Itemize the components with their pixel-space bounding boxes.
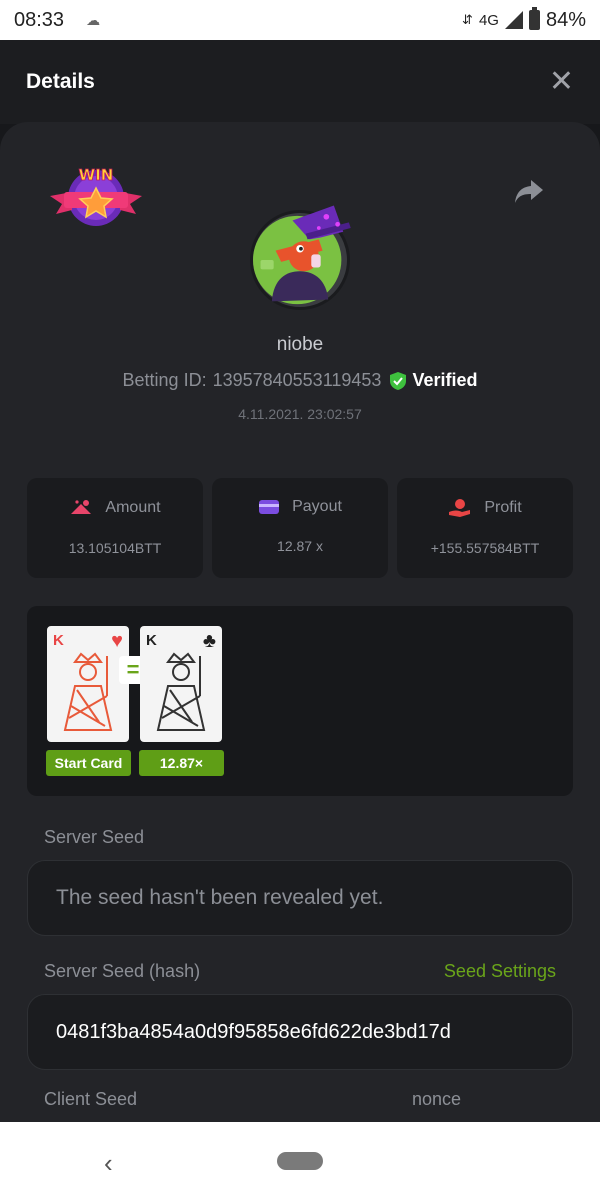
win-badge: WIN — [50, 166, 142, 226]
start-card-tag: Start Card — [46, 750, 131, 776]
stat-value: 13.105104BTT — [68, 540, 162, 556]
notification-icon: ☁ — [86, 11, 101, 28]
server-seed-hash-value: 0481f3ba4854a0d9f95858e6fd622de3bd17d — [56, 1020, 451, 1043]
battery-level: 84% — [545, 8, 586, 31]
battery-icon — [528, 7, 540, 30]
verified-shield-icon — [390, 371, 407, 390]
home-pill[interactable] — [277, 1152, 323, 1170]
stat-label: Payout — [292, 498, 342, 515]
status-bar: 08:33 ☁ ⇵ 4G 84% — [0, 0, 600, 40]
status-time: 08:33 — [14, 8, 65, 31]
betting-id-value: 13957840553119453 — [212, 370, 382, 390]
wallet-card-icon — [259, 500, 280, 514]
stat-payout: Payout 12.87 x — [212, 478, 388, 578]
coins-icon — [71, 500, 92, 514]
bet-date: 4.11.2021. 23:02:57 — [238, 406, 362, 422]
stat-value: 12.87 x — [277, 538, 323, 554]
username: niobe — [276, 334, 324, 355]
server-seed-field[interactable]: The seed hasn't been revealed yet. — [27, 860, 573, 936]
stat-amount: Amount 13.105104BTT — [27, 478, 203, 578]
client-seed-label: Client Seed — [44, 1089, 138, 1109]
share-icon[interactable] — [514, 178, 544, 204]
close-icon[interactable]: ✕ — [549, 67, 574, 97]
game-result: K ♥ = K ♣ Start Card 12.87× — [27, 606, 573, 796]
win-badge-text: WIN — [79, 166, 114, 184]
stat-label: Profit — [484, 499, 522, 516]
system-nav-bar: ‹ — [0, 1122, 600, 1200]
crocodile-wizard-avatar-icon — [253, 205, 351, 305]
stat-profit: Profit +155.557584BTT — [397, 478, 573, 578]
avatar — [250, 205, 351, 310]
king-figure-icon — [156, 652, 206, 731]
betting-id-row: Betting ID: 13957840553119453 Verified — [0, 370, 600, 391]
stat-value: +155.557584BTT — [430, 540, 540, 556]
king-figure-icon — [63, 652, 113, 731]
hand-profit-icon — [449, 499, 471, 517]
details-panel: WIN niobe Betting ID: 13957840553119453 — [0, 122, 600, 1122]
details-header: Details ✕ — [0, 40, 600, 124]
page-title: Details — [26, 70, 95, 93]
verified-label: Verified — [412, 370, 478, 390]
nonce-label: nonce — [412, 1089, 462, 1109]
result-card: K ♣ — [140, 626, 222, 742]
server-seed-value: The seed hasn't been revealed yet. — [56, 886, 384, 909]
status-right: ⇵ 4G 84% — [462, 7, 586, 32]
server-seed-label: Server Seed — [44, 827, 145, 847]
server-seed-hash-field[interactable]: 0481f3ba4854a0d9f95858e6fd622de3bd17d — [27, 994, 573, 1070]
start-card: K ♥ — [47, 626, 129, 742]
signal-icon — [504, 11, 523, 29]
stat-label: Amount — [105, 499, 161, 516]
network-type: 4G — [478, 11, 499, 29]
betting-id-label: Betting ID: — [122, 370, 207, 390]
stats-row: Amount 13.105104BTT Payout 12.87 x Profi… — [27, 478, 573, 578]
seed-settings-link[interactable]: Seed Settings — [444, 961, 556, 982]
multiplier-tag: 12.87× — [139, 750, 224, 776]
verified-badge: Verified — [389, 370, 477, 391]
data-arrows-icon: ⇵ — [462, 12, 473, 27]
server-seed-hash-label: Server Seed (hash) — [44, 961, 201, 981]
back-chevron-icon[interactable]: ‹ — [104, 1148, 113, 1179]
